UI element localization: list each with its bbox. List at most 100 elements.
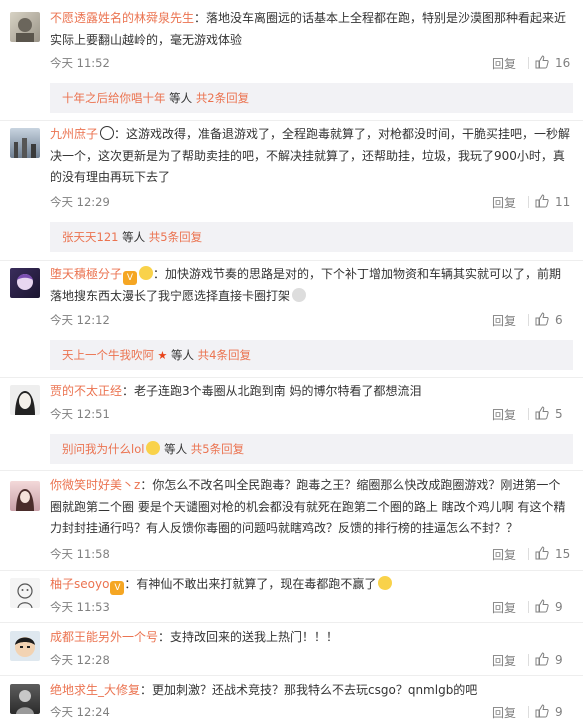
like-button[interactable]: 15: [535, 546, 570, 561]
divider: [0, 120, 583, 121]
reply-button[interactable]: 回复: [492, 652, 516, 669]
sub-reply-count[interactable]: 共4条回复: [198, 348, 251, 362]
comment-body: ：有神仙不敢出来打就算了，现在毒都跑不赢了: [124, 577, 377, 591]
divider: [528, 196, 529, 208]
comment-author[interactable]: 堕天積極分子: [50, 267, 122, 281]
avatar[interactable]: [10, 385, 40, 415]
like-count: 9: [555, 705, 563, 719]
sub-reply-user[interactable]: 别问我为什么lol: [62, 442, 144, 456]
like-button[interactable]: 9: [535, 599, 563, 614]
divider: [528, 548, 529, 560]
reply-button[interactable]: 回复: [492, 312, 516, 329]
smile-emoji-icon: [139, 266, 154, 280]
reply-button[interactable]: 回复: [492, 546, 516, 563]
divider: [528, 706, 529, 718]
avatar[interactable]: [10, 12, 40, 42]
comment-time: 今天 11:52: [50, 56, 110, 70]
divider: [528, 408, 529, 420]
comment-time: 今天 11:58: [50, 547, 110, 561]
comment-author[interactable]: 九州庶子: [50, 127, 98, 141]
comment-time: 今天 12:51: [50, 407, 110, 421]
like-button[interactable]: 6: [535, 312, 563, 327]
reply-button[interactable]: 回复: [492, 194, 516, 211]
thumbs-up-icon: [535, 652, 549, 666]
comment-body: ：支持改回来的送我上热门！！！: [158, 630, 339, 644]
comment-time: 今天 11:53: [50, 600, 110, 614]
sub-reply-user[interactable]: 十年之后给你唱十年: [62, 91, 166, 105]
divider: [0, 377, 583, 378]
avatar[interactable]: [10, 481, 40, 511]
comment-text: 贾的不太正经：老子连跑3个毒圈从北跑到南 妈的博尔特看了都想流泪: [50, 381, 572, 403]
like-button[interactable]: 5: [535, 406, 563, 421]
sub-reply-count[interactable]: 共5条回复: [149, 230, 202, 244]
sub-replies[interactable]: 别问我为什么lol 等人 共5条回复: [50, 434, 573, 464]
divider: [0, 260, 583, 261]
like-count: 16: [555, 56, 571, 70]
divider: [0, 570, 583, 571]
comment-text: 你微笑时好美丶z：你怎么不改名叫全民跑毒？跑毒之王？缩圈那么快改成跑圈游戏？刚进…: [50, 475, 572, 540]
comment-text: 成都王能另外一个号：支持改回来的送我上热门！！！: [50, 627, 572, 649]
like-button[interactable]: 9: [535, 652, 563, 667]
comment-body: ：这游戏改得，准备退游戏了，全程跑毒就算了，对枪都没时间，干脆买挂吧，一秒解决一…: [50, 127, 571, 184]
comment-time: 今天 12:12: [50, 313, 110, 327]
divider: [528, 601, 529, 613]
comment-text: 堕天積極分子 V ：加快游戏节奏的思路是对的，下个补丁增加物资和车辆其实就可以了，前…: [50, 264, 572, 307]
reply-button[interactable]: 回复: [492, 704, 516, 721]
sub-reply-user[interactable]: 张天天121: [62, 230, 118, 244]
comment-body: ：老子连跑3个毒圈从北跑到南 妈的博尔特看了都想流泪: [122, 384, 422, 398]
panda-emoji-icon: [100, 126, 115, 140]
star-icon: ★: [154, 349, 168, 362]
sub-replies[interactable]: 天上一个牛我吹阿 ★ 等人 共4条回复: [50, 340, 573, 370]
sub-reply-mid: 等人: [167, 348, 198, 362]
divider: [0, 622, 583, 623]
sub-replies[interactable]: 十年之后给你唱十年 等人 共2条回复: [50, 83, 573, 113]
avatar[interactable]: [10, 631, 40, 661]
divider: [528, 57, 529, 69]
like-count: 15: [555, 547, 571, 561]
reply-button[interactable]: 回复: [492, 599, 516, 616]
comment-author[interactable]: 柚子seoyo: [50, 577, 109, 591]
divider: [0, 470, 583, 471]
comment-time: 今天 12:24: [50, 705, 110, 719]
comment-author[interactable]: 贾的不太正经: [50, 384, 122, 398]
like-count: 6: [555, 313, 563, 327]
comment-text: 九州庶子 ：这游戏改得，准备退游戏了，全程跑毒就算了，对枪都没时间，干脆买挂吧，一…: [50, 124, 572, 189]
comment-author[interactable]: 你微笑时好美丶z: [50, 478, 140, 492]
thumbs-up-icon: [535, 194, 549, 208]
sub-reply-count[interactable]: 共5条回复: [191, 442, 244, 456]
comment-author[interactable]: 成都王能另外一个号: [50, 630, 158, 644]
comment-text: 柚子seoyo V ：有神仙不敢出来打就算了，现在毒都跑不赢了: [50, 574, 572, 596]
comment-text: 绝地求生_大修复：更加刺激？还战术竞技？那我特么不去玩csgo？qnmlgb的吧: [50, 680, 572, 702]
smile-emoji-icon: [146, 441, 161, 455]
comment-time: 今天 12:29: [50, 195, 110, 209]
divider: [528, 314, 529, 326]
avatar[interactable]: [10, 684, 40, 714]
thumbs-up-icon: [535, 55, 549, 69]
like-button[interactable]: 9: [535, 704, 563, 719]
avatar[interactable]: [10, 268, 40, 298]
sub-reply-count[interactable]: 共2条回复: [196, 91, 249, 105]
thumbs-up-icon: [535, 312, 549, 326]
comment-author[interactable]: 不愿透露姓名的林舜泉先生: [50, 11, 194, 25]
thumbs-up-icon: [535, 406, 549, 420]
comment-author[interactable]: 绝地求生_大修复: [50, 683, 140, 697]
sub-replies[interactable]: 张天天121 等人 共5条回复: [50, 222, 573, 252]
like-button[interactable]: 11: [535, 194, 570, 209]
avatar[interactable]: [10, 128, 40, 158]
face-emoji-icon: [292, 287, 307, 302]
vip-badge-icon: V: [110, 581, 125, 595]
face-emoji-icon: [378, 576, 393, 590]
sub-reply-user[interactable]: 天上一个牛我吹阿: [62, 348, 154, 362]
reply-button[interactable]: 回复: [492, 55, 516, 72]
reply-button[interactable]: 回复: [492, 406, 516, 423]
sub-reply-mid: 等人: [160, 442, 191, 456]
thumbs-up-icon: [535, 599, 549, 613]
like-button[interactable]: 16: [535, 55, 570, 70]
sub-reply-mid: 等人: [165, 91, 196, 105]
avatar[interactable]: [10, 578, 40, 608]
comment-text: 不愿透露姓名的林舜泉先生：落地没车离圈远的话基本上全程都在跑，特别是沙漠图那种看…: [50, 8, 572, 51]
divider: [0, 675, 583, 676]
comment-body: ：更加刺激？还战术竞技？那我特么不去玩csgo？qnmlgb的吧: [140, 683, 478, 697]
like-count: 5: [555, 407, 563, 421]
divider: [528, 654, 529, 666]
